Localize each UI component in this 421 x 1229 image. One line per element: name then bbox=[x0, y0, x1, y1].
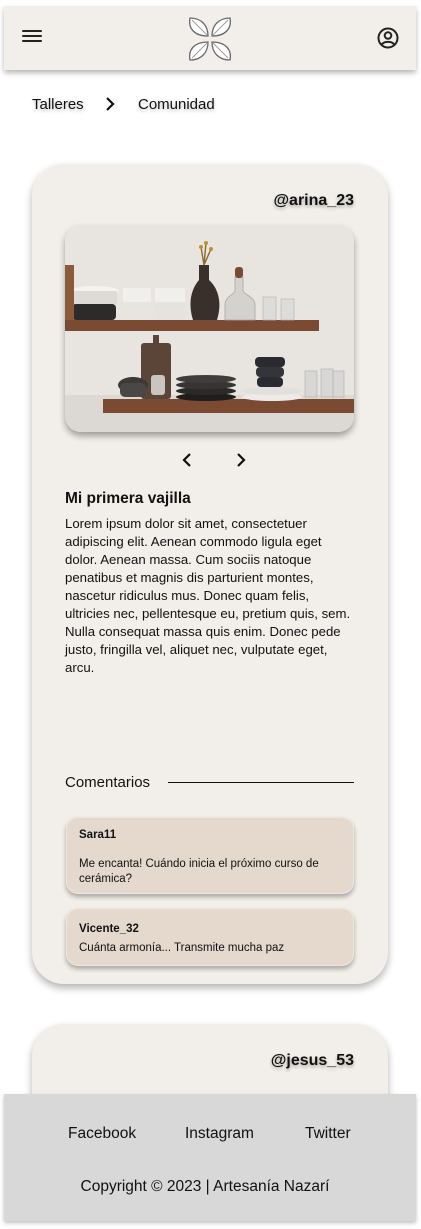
comment-text: Cuánta armonía... Transmite mucha paz bbox=[79, 942, 285, 954]
facebook-link[interactable]: Facebook bbox=[68, 1125, 136, 1143]
user-circle-icon[interactable] bbox=[376, 26, 400, 50]
hamburger-menu-icon[interactable] bbox=[22, 28, 42, 44]
footer: Facebook Instagram Twitter Copyright © 2… bbox=[4, 1094, 416, 1221]
comments-heading: Comentarios bbox=[65, 774, 151, 791]
previous-image-icon[interactable] bbox=[180, 452, 194, 468]
twitter-link[interactable]: Twitter bbox=[305, 1125, 351, 1143]
comment-text: Me encanta! Cuándo inicia el próximo cur… bbox=[79, 858, 319, 885]
app-header bbox=[4, 6, 416, 70]
leaf-logo-icon[interactable] bbox=[184, 14, 236, 64]
comment: Vicente_32 Cuánta armonía... Transmite m… bbox=[66, 908, 354, 966]
instagram-link[interactable]: Instagram bbox=[185, 1125, 254, 1143]
comment: Sara11 Me encanta! Cuándo inicia el próx… bbox=[66, 817, 354, 894]
breadcrumb-talleres[interactable]: Talleres bbox=[32, 96, 84, 113]
post-card: @arina_23 Mi primera vajilla Lorem ipsum… bbox=[32, 164, 388, 984]
post-body: Lorem ipsum dolor sit amet, consectetuer… bbox=[65, 516, 351, 675]
breadcrumb-comunidad[interactable]: Comunidad bbox=[138, 96, 215, 113]
next-image-icon[interactable] bbox=[234, 452, 248, 468]
comment-user[interactable]: Vicente_32 bbox=[79, 923, 139, 935]
post-image[interactable] bbox=[65, 225, 354, 432]
post-username[interactable]: @jesus_53 bbox=[271, 1052, 354, 1070]
copyright-text: Copyright © 2023 | Artesanía Nazarí bbox=[80, 1178, 330, 1195]
comment-user[interactable]: Sara11 bbox=[79, 829, 116, 841]
comments-divider bbox=[168, 782, 354, 783]
post-username[interactable]: @arina_23 bbox=[273, 192, 354, 210]
post-title: Mi primera vajilla bbox=[65, 490, 191, 507]
chevron-right-icon bbox=[104, 97, 116, 111]
